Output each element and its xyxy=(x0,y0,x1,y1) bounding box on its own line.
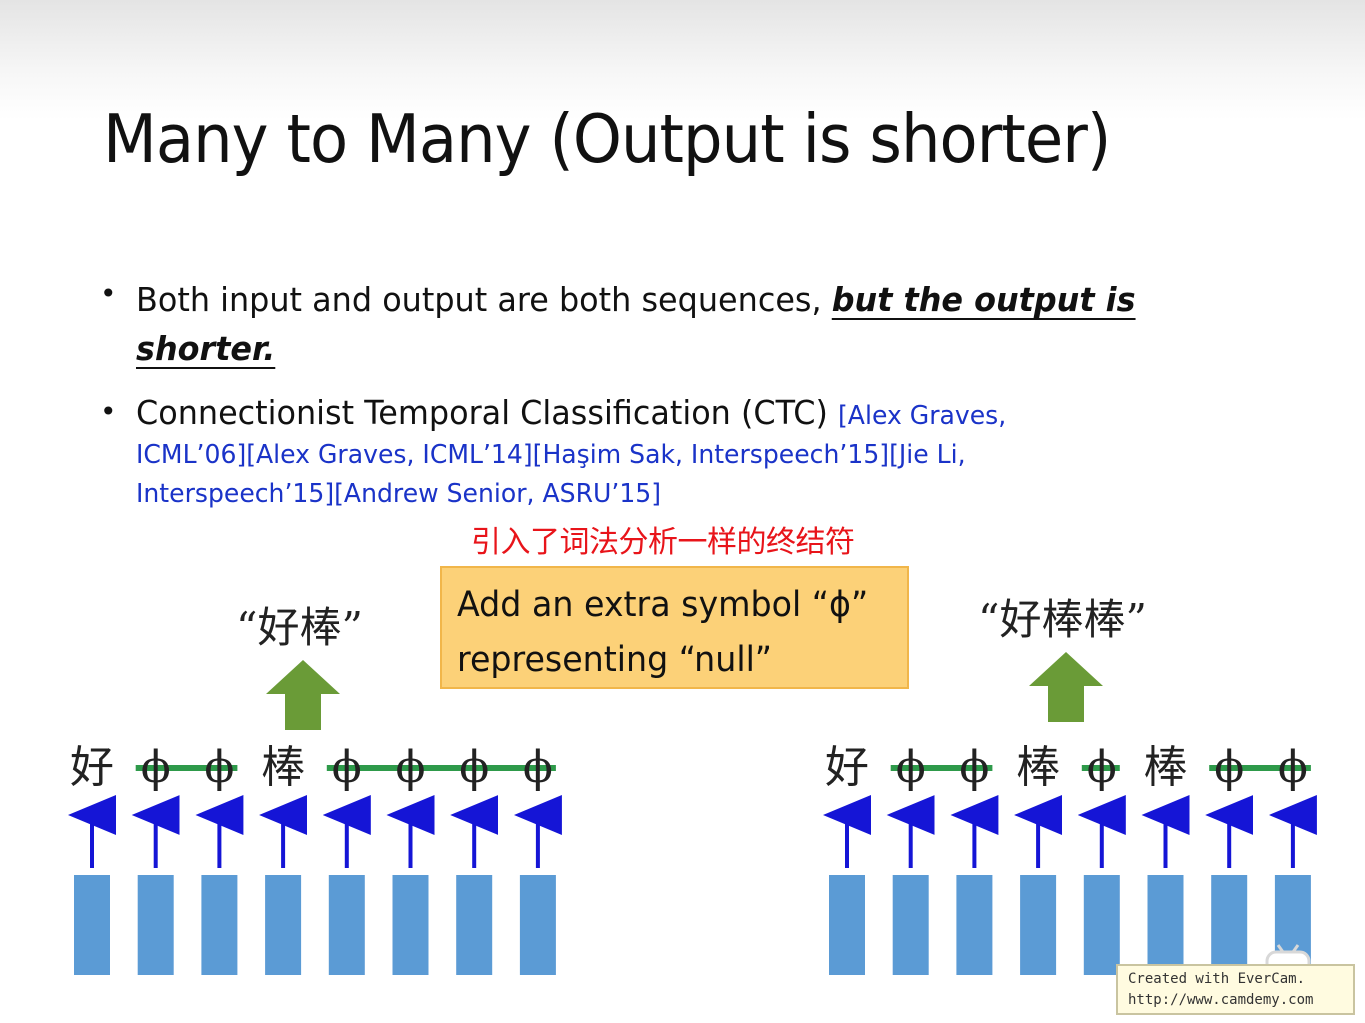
rnn-cell-bar xyxy=(392,875,429,975)
token-label: 棒 xyxy=(261,742,305,793)
token-label: ϕ xyxy=(959,742,989,793)
bullet-dot: • xyxy=(100,395,117,428)
slide-title: Many to Many (Output is shorter) xyxy=(103,100,1111,178)
token-label: ϕ xyxy=(204,742,234,793)
bullet-dot: • xyxy=(100,277,117,310)
token-label: 棒 xyxy=(1016,742,1060,793)
ctc-diagram: 好ϕϕ棒ϕϕϕϕ 好ϕϕ棒ϕ棒ϕϕ xyxy=(68,652,1317,975)
rnn-cell-bar xyxy=(1211,875,1248,975)
bullet-1: • Both input and output are both sequenc… xyxy=(100,275,1240,373)
token-label: ϕ xyxy=(332,742,362,793)
rnn-cell-bar xyxy=(201,875,238,975)
evercam-watermark: Created with EverCam. http://www.camdemy… xyxy=(1116,964,1355,1015)
rnn-cell-bar xyxy=(1083,875,1120,975)
rnn-cell-bar xyxy=(519,875,556,975)
citation-ref-line: ICML’06][Alex Graves, ICML’14][Haşim Sak… xyxy=(136,440,966,470)
token-label: 棒 xyxy=(1144,742,1188,793)
big-up-arrow-icon xyxy=(266,660,340,730)
rnn-cell-bar xyxy=(74,875,110,975)
right-example: 好ϕϕ棒ϕ棒ϕϕ xyxy=(823,652,1317,975)
citation-ref-line: Interspeech’15][Andrew Senior, ASRU’15] xyxy=(136,479,662,509)
watermark-line-1: Created with EverCam. xyxy=(1128,971,1306,987)
rnn-cell-bar xyxy=(137,875,174,975)
left-example: 好ϕϕ棒ϕϕϕϕ xyxy=(68,660,562,975)
token-label: ϕ xyxy=(896,742,926,793)
rnn-cell-bar xyxy=(328,875,365,975)
callout-line-1: Add an extra symbol “ϕ” xyxy=(457,585,869,625)
citation-ref-line: [Alex Graves, xyxy=(838,401,1007,431)
token-label: ϕ xyxy=(523,742,553,793)
red-annotation: 引入了词法分析一样的终结符 xyxy=(471,525,855,560)
rnn-cell-bar xyxy=(829,875,865,975)
token-label: ϕ xyxy=(141,742,171,793)
token-label: ϕ xyxy=(396,742,426,793)
bullet-2-text: Connectionist Temporal Classification (C… xyxy=(136,393,1201,514)
bullet-2-plain: Connectionist Temporal Classification (C… xyxy=(136,393,839,432)
token-label: ϕ xyxy=(1278,742,1308,793)
bullet-1-plain: Both input and output are both sequences… xyxy=(136,280,832,319)
rnn-cell-bar xyxy=(892,875,929,975)
bullet-2: • Connectionist Temporal Classification … xyxy=(100,393,1240,514)
token-label: 好 xyxy=(70,742,114,793)
token-label: ϕ xyxy=(1087,742,1117,793)
rnn-cell-bar xyxy=(265,875,302,975)
rnn-cell-bar xyxy=(456,875,493,975)
rnn-cell-bar xyxy=(956,875,993,975)
token-label: ϕ xyxy=(1214,742,1244,793)
right-output-sequence: “好棒棒” xyxy=(978,595,1147,644)
bullet-1-text: Both input and output are both sequences… xyxy=(136,275,1201,373)
rnn-cell-bar xyxy=(1147,875,1184,975)
token-label: 好 xyxy=(825,742,869,793)
big-up-arrow-icon xyxy=(1029,652,1103,722)
token-label: ϕ xyxy=(459,742,489,793)
rnn-cell-bar xyxy=(1020,875,1057,975)
watermark-line-2: http://www.camdemy.com xyxy=(1128,992,1314,1008)
